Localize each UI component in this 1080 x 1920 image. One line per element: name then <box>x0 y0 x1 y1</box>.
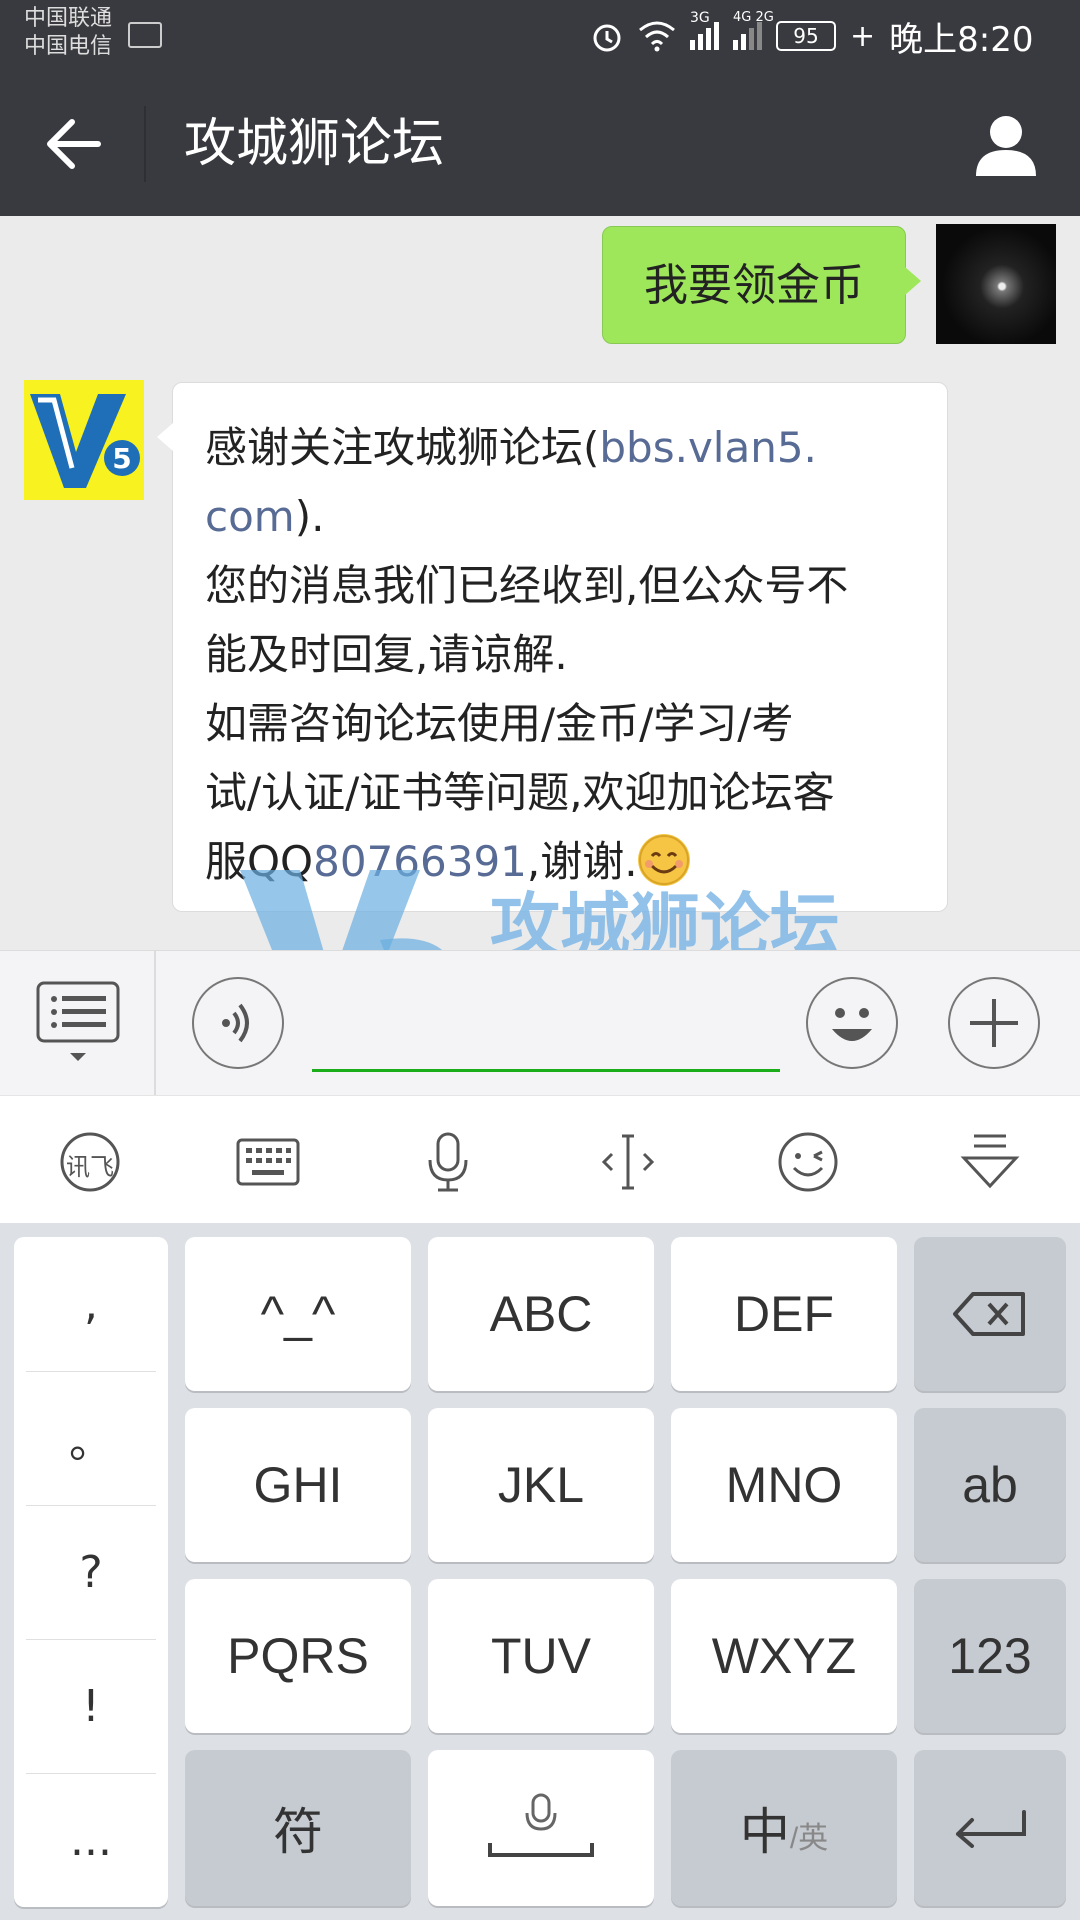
keyboard: , 。 ? ! ... ^_^ ABC DEF GHI JKL MNO ab P… <box>0 1223 1080 1920</box>
cursor-move-icon <box>601 1134 655 1190</box>
key-mno[interactable]: MNO <box>671 1408 897 1562</box>
profile-button[interactable] <box>972 112 1040 178</box>
wifi-icon <box>639 21 675 52</box>
punct-exclaim-key[interactable]: ! <box>26 1639 156 1774</box>
ime-toolbar: 讯飞 <box>0 1095 1080 1225</box>
keyboard-status-icon <box>128 22 162 48</box>
key-tuv[interactable]: TUV <box>428 1579 654 1733</box>
space-mic-icon <box>488 1793 594 1857</box>
microphone-icon <box>428 1132 468 1192</box>
qq-number-link[interactable]: 80766391 <box>313 837 527 886</box>
alarm-icon <box>593 24 621 52</box>
ime-keyboard-button[interactable] <box>236 1130 300 1194</box>
key-ab-switch[interactable]: ab <box>914 1408 1066 1562</box>
reply-line-2: com). <box>205 492 325 541</box>
key-def[interactable]: DEF <box>671 1237 897 1391</box>
key-symbols[interactable]: 符 <box>185 1750 411 1906</box>
official-account-avatar[interactable]: 5 <box>24 380 144 500</box>
ime-brand-label: 讯飞 <box>66 1153 114 1181</box>
key-language-switch[interactable]: 中/英 <box>671 1750 897 1906</box>
punct-ellipsis-key[interactable]: ... <box>26 1773 156 1907</box>
key-123-switch[interactable]: 123 <box>914 1579 1066 1733</box>
enter-icon <box>956 1810 1026 1848</box>
key-abc[interactable]: ABC <box>428 1237 654 1391</box>
status-bar: 中国联通 中国电信 3G 4G 2G 95 + 晚上8:20 <box>0 0 1080 72</box>
my-avatar[interactable] <box>936 224 1056 344</box>
ime-brand-button[interactable]: 讯飞 <box>58 1130 122 1194</box>
lang-alt-label: /英 <box>789 1822 829 1855</box>
ime-collapse-button[interactable] <box>958 1130 1022 1194</box>
page-title: 攻城狮论坛 <box>184 114 445 174</box>
emoji-wink-icon <box>778 1132 838 1192</box>
reply-line-6: 试/认证/证书等问题,欢迎加论坛客 <box>205 768 835 817</box>
clock: 晚上8:20 <box>889 19 1034 60</box>
punctuation-list[interactable]: , 。 ? ! ... <box>14 1237 168 1907</box>
signal-1-icon: 3G <box>690 10 719 50</box>
reply-message-bubble[interactable]: 感谢关注攻城狮论坛(bbs.vlan5. com). 您的消息我们已经收到,但公… <box>157 382 948 912</box>
sent-message-bubble[interactable]: 我要领金币 <box>602 226 921 344</box>
battery-icon: 95 <box>776 21 836 51</box>
reply-line-4: 能及时回复,请谅解. <box>205 630 568 679</box>
backspace-icon <box>953 1292 1025 1336</box>
charging-plus-icon: + <box>850 18 876 54</box>
carrier-1: 中国联通 <box>24 6 113 31</box>
back-arrow-icon <box>47 119 101 169</box>
forum-link-cont[interactable]: com <box>205 492 295 541</box>
smile-emoji-icon <box>637 834 690 886</box>
message-input-bar <box>0 950 1080 1096</box>
collapse-icon <box>960 1134 1020 1189</box>
key-emoticon[interactable]: ^_^ <box>185 1237 411 1391</box>
back-button[interactable] <box>44 116 104 172</box>
emoji-icon <box>832 1008 872 1041</box>
reply-line-5: 如需咨询论坛使用/金币/学习/考 <box>205 699 794 748</box>
punct-comma-key[interactable]: , <box>26 1237 156 1372</box>
chat-area[interactable]: 我要领金币 5 感谢关注攻城狮论坛(bbs.vlan5. com). 您的消息我… <box>0 216 1080 950</box>
signal-2-icon: 4G 2G <box>733 10 774 50</box>
key-ghi[interactable]: GHI <box>185 1408 411 1562</box>
plus-icon <box>970 999 1018 1047</box>
punct-period-key[interactable]: 。 <box>26 1371 156 1506</box>
reply-line-1: 感谢关注攻城狮论坛(bbs.vlan5. <box>205 423 817 472</box>
title-divider <box>144 106 146 182</box>
key-space[interactable] <box>428 1750 654 1906</box>
emoji-button[interactable] <box>806 977 898 1069</box>
person-icon <box>976 116 1036 176</box>
v5-logo-icon: 5 <box>30 394 140 488</box>
network-2-label: 4G 2G <box>733 10 774 25</box>
forum-link[interactable]: bbs.vlan5. <box>599 423 817 472</box>
keyboard-icon <box>236 1138 300 1186</box>
input-divider <box>154 951 156 1096</box>
carrier-2: 中国电信 <box>24 34 113 59</box>
reply-line-3: 您的消息我们已经收到,但公众号不 <box>205 561 849 610</box>
key-jkl[interactable]: JKL <box>428 1408 654 1562</box>
ime-cursor-button[interactable] <box>596 1130 660 1194</box>
lang-main-label: 中 <box>739 1804 790 1860</box>
status-icons: 3G 4G 2G 95 + 晚上8:20 <box>590 10 1034 60</box>
key-enter[interactable] <box>914 1750 1066 1906</box>
voice-button[interactable] <box>192 977 284 1069</box>
menu-toggle-button[interactable] <box>36 981 120 1065</box>
list-menu-icon <box>36 981 120 1061</box>
key-backspace[interactable] <box>914 1237 1066 1391</box>
title-bar: 攻城狮论坛 <box>0 72 1080 216</box>
punct-question-key[interactable]: ? <box>26 1505 156 1640</box>
ime-emoji-button[interactable] <box>776 1130 840 1194</box>
voice-icon <box>222 1003 249 1043</box>
text-input[interactable] <box>312 1069 780 1072</box>
key-wxyz[interactable]: WXYZ <box>671 1579 897 1733</box>
ime-voice-button[interactable] <box>416 1130 480 1194</box>
network-1-label: 3G <box>690 10 710 26</box>
more-button[interactable] <box>948 977 1040 1069</box>
reply-line-7: 服QQ80766391,谢谢. <box>205 827 917 896</box>
svg-text:5: 5 <box>112 442 131 475</box>
key-pqrs[interactable]: PQRS <box>185 1579 411 1733</box>
